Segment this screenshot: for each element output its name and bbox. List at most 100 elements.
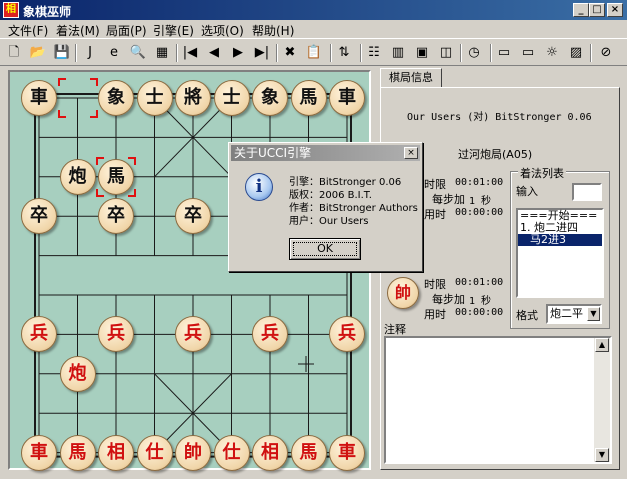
copy-board-icon[interactable]: ▦ [152, 43, 172, 63]
stop-icon[interactable]: ⊘ [596, 43, 616, 63]
next-move-icon[interactable]: ▶ [228, 43, 248, 63]
red-used-label: 用时 [424, 308, 446, 321]
black-inc-label: 每步加 [432, 193, 465, 206]
black-piece[interactable]: 車 [329, 80, 365, 116]
red-time-label: 时限 [424, 278, 446, 291]
new-icon[interactable]: 🗋 [4, 43, 24, 63]
toolbar: 🗋 📂 💾 Je 🔍 ▦ |◀ ◀ ▶ ▶| ✖ 📋 ⇅ ☷ ▥ ▣ ◫ ◷ ▭ ▭ ☼ ▨ ⊘ [0, 38, 627, 66]
ok-button[interactable]: OK [289, 238, 361, 260]
players-label: Our Users (对) BitStronger 0.06 [407, 112, 592, 123]
about-dialog: 关于UCCI引擎 × i 引擎：BitStronger 0.06 版权：2006… [228, 142, 423, 272]
computer2-icon[interactable]: ▭ [518, 43, 538, 63]
red-inc-value: 1 秒 [469, 296, 492, 307]
book-icon[interactable]: ▥ [388, 43, 408, 63]
black-piece[interactable]: 象 [252, 80, 288, 116]
red-piece[interactable]: 馬 [290, 434, 327, 471]
red-piece[interactable]: 相 [98, 434, 134, 471]
black-piece[interactable]: 馬 [98, 158, 134, 195]
red-piece[interactable]: 帥 [175, 434, 211, 471]
info-icon: i [245, 173, 273, 201]
title-bar[interactable]: 相 象棋巫师 _ □ × [0, 0, 627, 20]
computer-icon[interactable]: ▭ [494, 43, 514, 63]
black-piece[interactable]: 象 [98, 80, 134, 116]
red-piece[interactable]: 車 [21, 434, 57, 471]
black-piece[interactable]: 士 [213, 80, 250, 116]
red-time-value: 00:01:00 [455, 277, 504, 288]
preview-icon[interactable]: 🔍 [128, 43, 148, 63]
toolbar-separator [276, 44, 278, 62]
menu-bar: 文件(F) 着法(M) 局面(P) 引擎(E) 选项(O) 帮助(H) [0, 20, 627, 38]
black-piece[interactable]: 卒 [175, 198, 211, 235]
move-list[interactable]: ===开始=== 1. 炮二进四 马2进3 [516, 208, 604, 298]
toolbar-separator [75, 44, 77, 62]
comment-label: 注释 [384, 323, 406, 336]
menu-position[interactable]: 局面(P) [106, 22, 147, 39]
first-move-icon[interactable]: |◀ [180, 43, 200, 63]
tree-icon[interactable]: ☷ [364, 43, 384, 63]
opening-label: 过河炮局(A05) [458, 148, 533, 161]
prev-move-icon[interactable]: ◀ [204, 43, 224, 63]
black-used-value: 00:00:00 [455, 207, 504, 218]
red-piece[interactable]: 仕 [136, 434, 173, 471]
bulb-icon[interactable]: ☼ [542, 43, 562, 63]
move-input-field[interactable] [572, 183, 602, 201]
chevron-down-icon[interactable]: ▼ [587, 307, 600, 321]
black-piece[interactable]: 卒 [98, 198, 134, 235]
menu-options[interactable]: 选项(O) [201, 22, 244, 39]
ie-icon[interactable]: e [104, 43, 124, 63]
app-icon[interactable]: 相 [3, 2, 19, 18]
red-piece[interactable]: 炮 [59, 355, 96, 392]
black-piece[interactable]: 卒 [21, 198, 57, 235]
black-used-label: 用时 [424, 208, 446, 221]
maximize-button[interactable]: □ [589, 3, 605, 17]
red-piece[interactable]: 車 [329, 434, 365, 471]
comment-textarea[interactable]: ▲ ▼ [384, 336, 612, 464]
toolbar-separator [330, 44, 332, 62]
paste-icon[interactable]: 📋 [304, 43, 324, 63]
dialog-title[interactable]: 关于UCCI引擎 [231, 145, 420, 161]
toolbar-separator [360, 44, 362, 62]
last-move-icon[interactable]: ▶| [252, 43, 272, 63]
analyze-icon[interactable]: ◫ [436, 43, 456, 63]
toolbar-separator [490, 44, 492, 62]
comment-scrollbar[interactable]: ▲ ▼ [594, 338, 610, 462]
flip-icon[interactable]: ⇅ [334, 43, 354, 63]
menu-help[interactable]: 帮助(H) [252, 22, 294, 39]
main-window: 相 象棋巫师 _ □ × 文件(F) 着法(M) 局面(P) 引擎(E) 选项(… [0, 0, 627, 479]
window-title: 象棋巫师 [23, 5, 72, 19]
black-piece[interactable]: 士 [136, 80, 173, 116]
engine-icon[interactable]: ▣ [412, 43, 432, 63]
close-button[interactable]: × [607, 3, 623, 17]
black-piece[interactable]: 炮 [59, 158, 96, 195]
red-side-badge: 帥 [387, 277, 419, 309]
red-piece[interactable]: 馬 [59, 434, 96, 471]
black-piece[interactable]: 馬 [290, 80, 327, 116]
menu-moves[interactable]: 着法(M) [56, 22, 100, 39]
toolbar-separator [460, 44, 462, 62]
save-icon[interactable]: 💾 [52, 43, 72, 63]
black-piece[interactable]: 將 [175, 80, 211, 116]
toolbar-separator [590, 44, 592, 62]
dialog-close-icon[interactable]: × [404, 147, 418, 159]
menu-engine[interactable]: 引擎(E) [153, 22, 194, 39]
red-piece[interactable]: 相 [252, 434, 288, 471]
format-label: 格式 [516, 309, 538, 322]
red-piece[interactable]: 仕 [213, 434, 250, 471]
last-move-highlight [57, 78, 98, 118]
delete-icon[interactable]: ✖ [280, 43, 300, 63]
open-icon[interactable]: 📂 [28, 43, 48, 63]
java-icon[interactable]: J [80, 43, 100, 63]
move-list-legend: 着法列表 [518, 165, 566, 181]
chart-icon[interactable]: ▨ [566, 43, 586, 63]
tab-game-info[interactable]: 棋局信息 [380, 68, 442, 88]
format-select[interactable]: 炮二平 ▼ [546, 304, 602, 324]
minimize-button[interactable]: _ [573, 3, 589, 17]
scroll-down-icon[interactable]: ▼ [595, 448, 609, 462]
menu-file[interactable]: 文件(F) [8, 22, 48, 39]
black-piece[interactable]: 車 [21, 80, 57, 116]
clock-icon[interactable]: ◷ [464, 43, 484, 63]
move-list-item[interactable]: 马2进3 [518, 234, 602, 246]
move-input-label: 输入 [516, 185, 538, 198]
black-inc-value: 1 秒 [469, 196, 492, 207]
scroll-up-icon[interactable]: ▲ [595, 338, 609, 352]
